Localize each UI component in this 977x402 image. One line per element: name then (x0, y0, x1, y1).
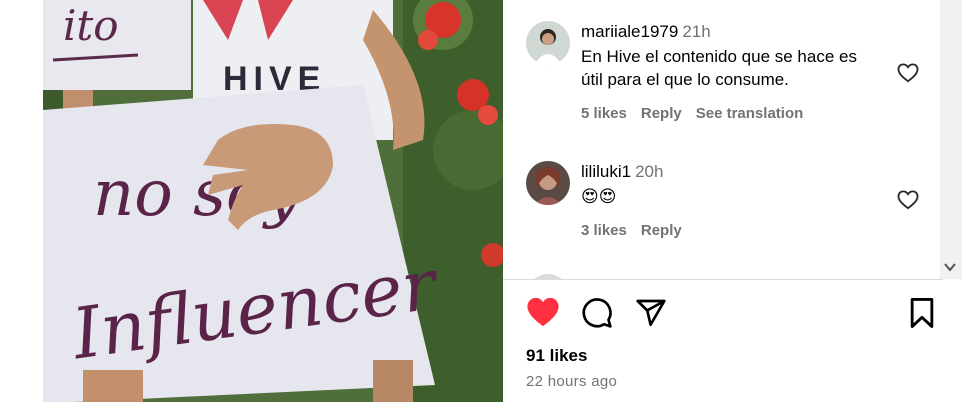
upper-sign-text: ito (63, 1, 119, 50)
comment-body: mariiale1979 21h En Hive el contenido que… (581, 21, 881, 122)
comment-likes[interactable]: 5 likes (581, 105, 627, 122)
comment-text: 😍😍 (581, 187, 617, 206)
heart-outline-icon[interactable] (897, 63, 919, 83)
comment-body: lililuki1 20h 😍😍 3 likes Reply (581, 161, 881, 239)
comment-time[interactable]: 21h (682, 22, 710, 41)
post-timestamp[interactable]: 22 hours ago (526, 373, 617, 390)
post-side-panel: mariiale1979 21h En Hive el contenido que… (503, 0, 943, 402)
reply-button[interactable]: Reply (641, 222, 682, 239)
page-margin (0, 0, 43, 402)
comment-meta: 3 likes Reply (581, 222, 881, 239)
comment-item: lililuki1 20h 😍😍 3 likes Reply (526, 161, 926, 251)
comment-likes[interactable]: 3 likes (581, 222, 627, 239)
comments-list[interactable]: mariiale1979 21h En Hive el contenido que… (503, 0, 940, 279)
comment-header: mariiale1979 21h (581, 21, 881, 43)
share-icon[interactable] (635, 297, 667, 329)
likes-count[interactable]: 91 likes (526, 346, 587, 366)
comment-username[interactable]: lililuki1 (581, 162, 631, 181)
divider (503, 279, 943, 280)
avatar[interactable] (526, 21, 570, 65)
comment-text: En Hive el contenido que se hace es útil… (581, 47, 857, 89)
reply-button[interactable]: Reply (641, 105, 682, 122)
comment-time[interactable]: 20h (635, 162, 663, 181)
bookmark-icon[interactable] (907, 297, 937, 329)
heart-filled-icon[interactable] (526, 296, 560, 328)
post-action-bar (503, 296, 934, 336)
comment-meta: 5 likes Reply See translation (581, 105, 881, 122)
comment-username[interactable]: mariiale1979 (581, 22, 678, 41)
comment-item: mariiale1979 21h En Hive el contenido que… (526, 21, 926, 136)
comment-icon[interactable] (581, 297, 613, 329)
comment-header: lililuki1 20h (581, 161, 881, 183)
see-translation-button[interactable]: See translation (696, 105, 804, 122)
scrollbar[interactable] (940, 0, 962, 279)
avatar[interactable] (526, 161, 570, 205)
heart-outline-icon[interactable] (897, 190, 919, 210)
chevron-down-icon[interactable] (944, 262, 956, 275)
post-photo[interactable]: HIVE ito no soy Influencer (43, 0, 503, 402)
